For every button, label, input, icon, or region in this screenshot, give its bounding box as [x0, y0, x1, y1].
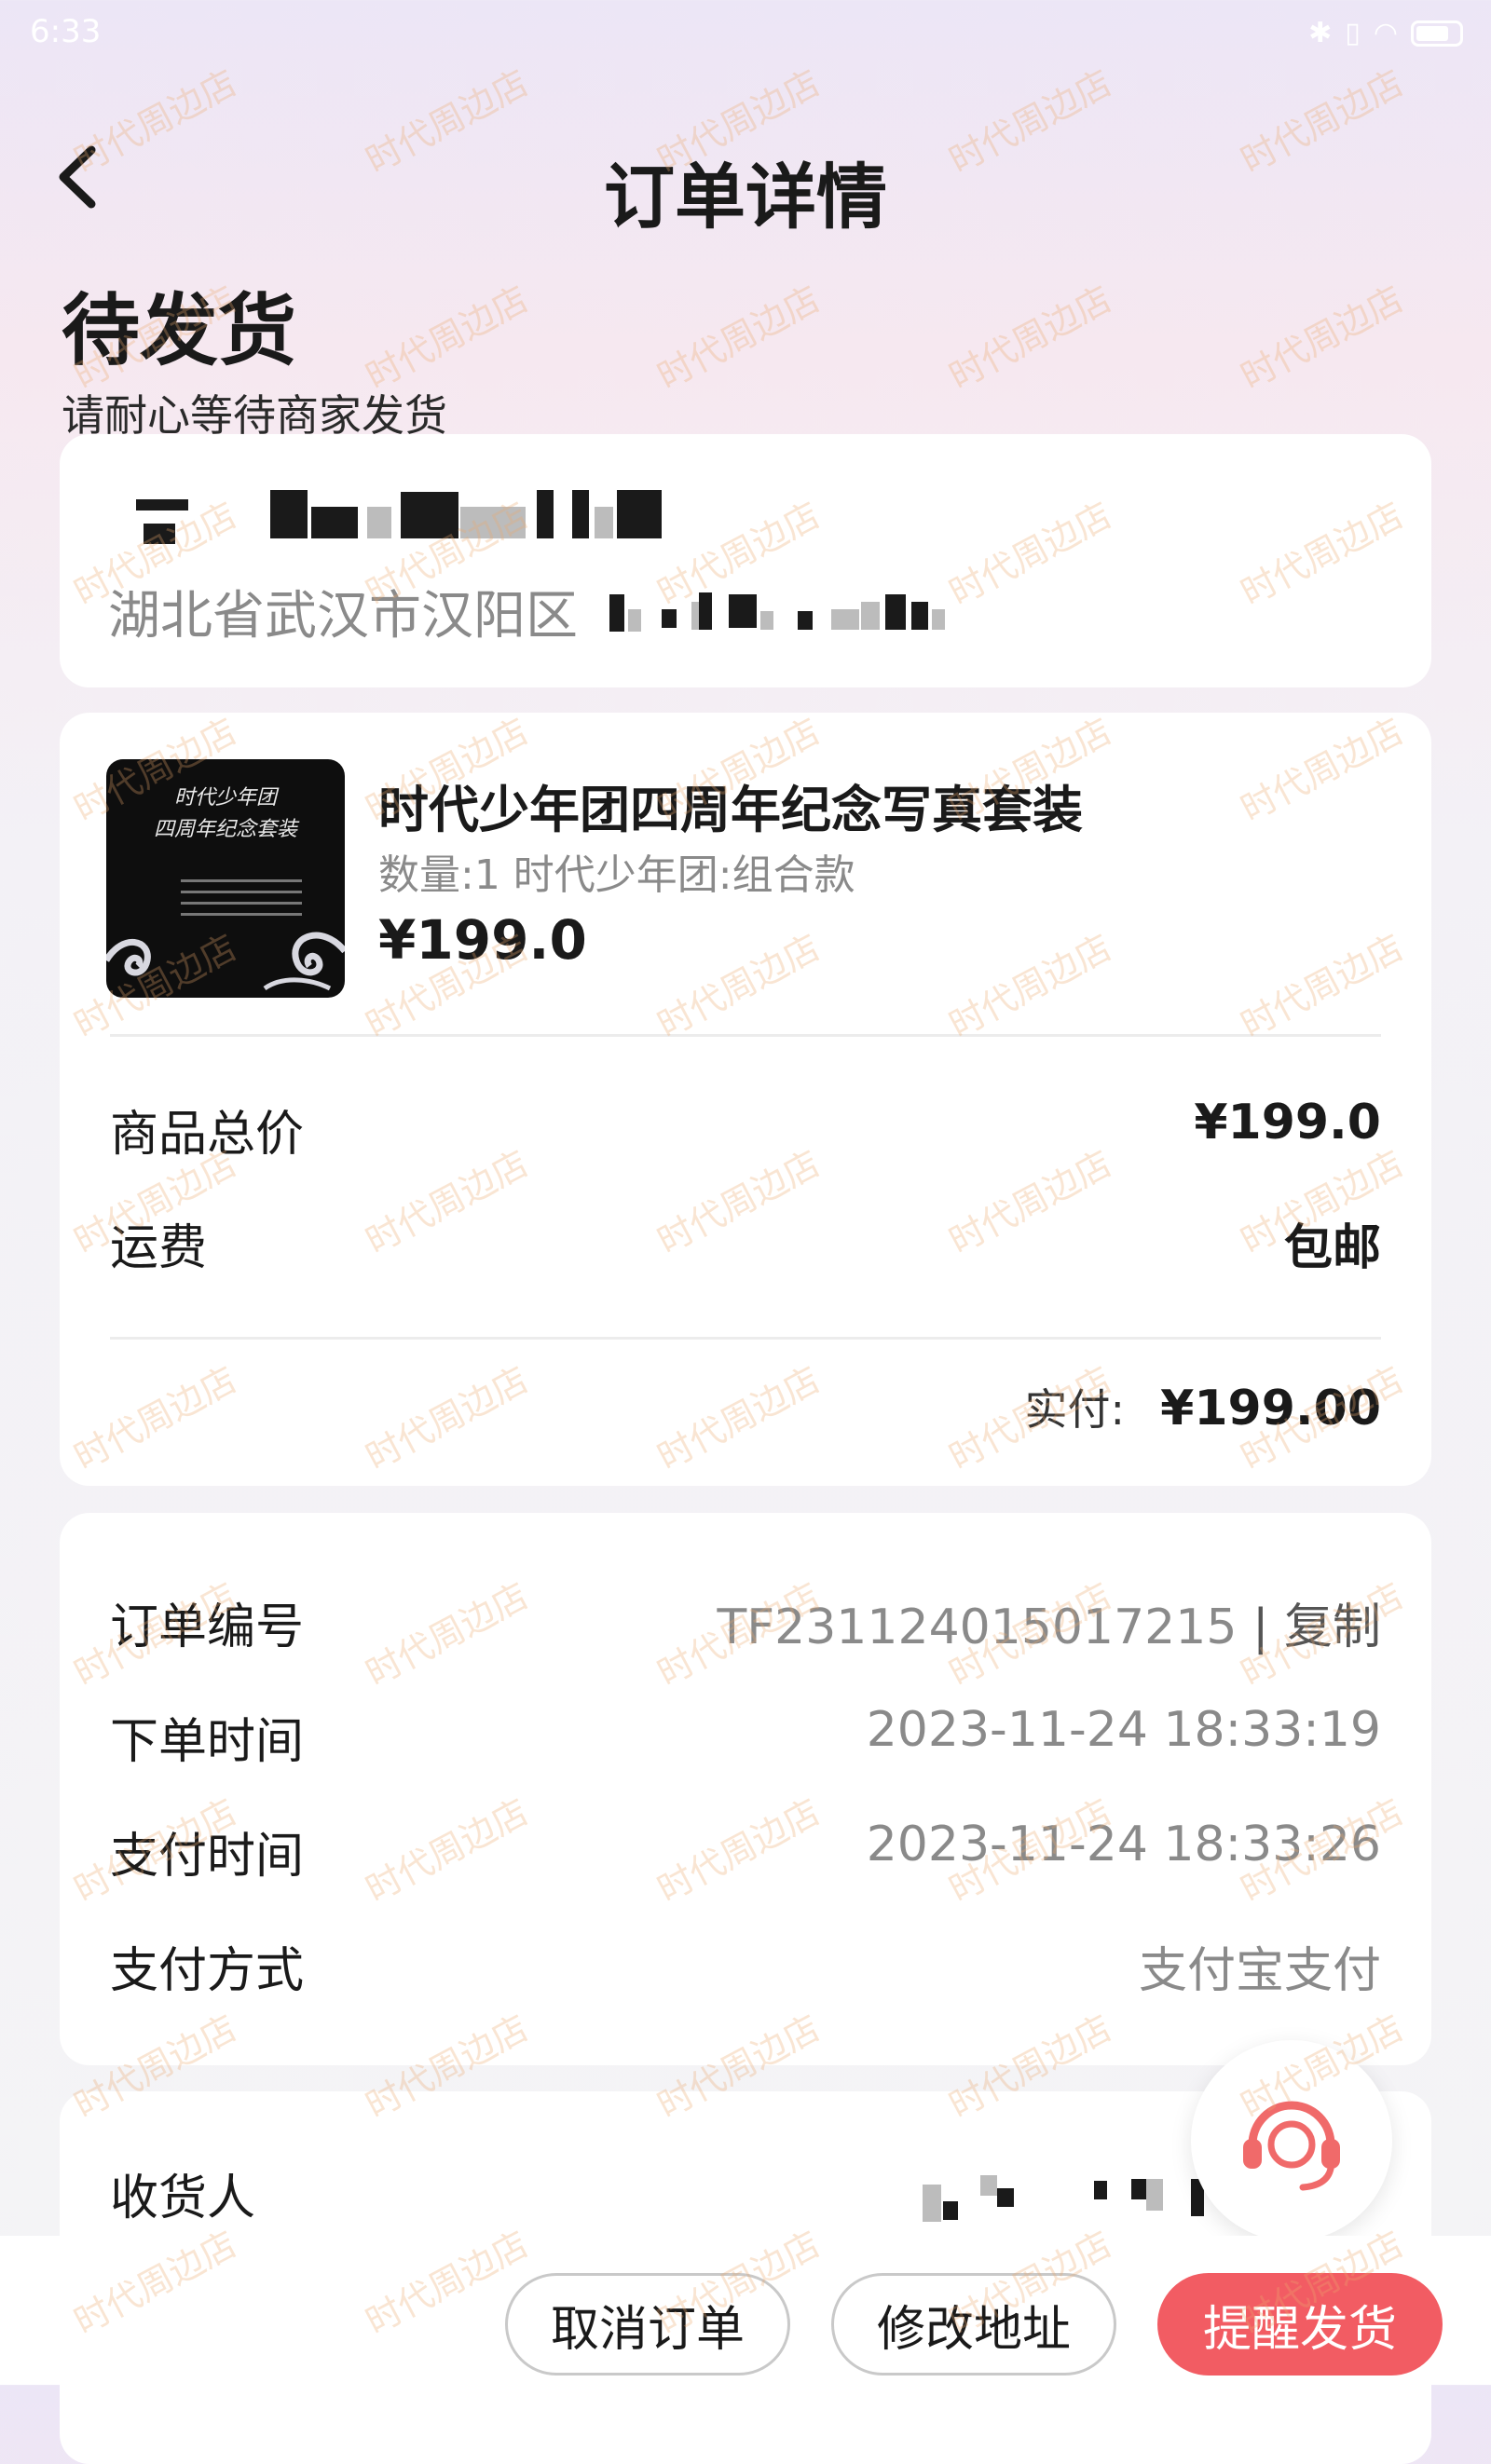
modify-address-button[interactable]: 修改地址 — [831, 2273, 1116, 2376]
page-title: 订单详情 — [604, 156, 887, 238]
watermark-text: 时代周边店 — [942, 278, 1118, 398]
pay-method-value: 支付宝支付 — [1138, 1943, 1381, 1999]
customer-service-button[interactable] — [1191, 2040, 1392, 2241]
product-thumbnail-title: 时代少年团 四周年纪念套装 — [153, 786, 297, 841]
watermark-text: 时代周边店 — [359, 278, 535, 398]
shipping-label: 运费 — [110, 1220, 208, 1276]
bluetooth-icon: ✱ — [1308, 17, 1333, 49]
shipping-value: 包邮 — [1283, 1220, 1381, 1276]
pay-time-value: 2023-11-24 18:33:26 — [866, 1817, 1381, 1872]
battery-icon — [1411, 20, 1463, 47]
paid-value: ¥199.00 — [1160, 1381, 1381, 1436]
cloud-pattern-icon — [106, 932, 345, 991]
goods-card: 时代少年团 四周年纪念套装 时代少年团四周年纪念写真套装 数量:1 时代少年团:… — [60, 713, 1431, 1486]
status-bar: 6:33 ✱ ▯ ◠ — [0, 0, 1491, 75]
copy-button[interactable]: | 复制 — [1252, 1600, 1381, 1655]
status-icons: ✱ ▯ ◠ — [1308, 17, 1463, 49]
address-line: 湖北省武汉市汉阳区 — [108, 574, 578, 649]
order-no-label: 订单编号 — [110, 1600, 305, 1655]
product-thumbnail[interactable]: 时代少年团 四周年纪念套装 — [106, 759, 345, 998]
address-visible-text: 湖北省武汉市汉阳区 — [108, 586, 578, 647]
pay-method-label: 支付方式 — [110, 1943, 305, 1999]
order-state-title: 待发货 — [62, 285, 297, 376]
divider — [110, 1337, 1381, 1340]
product-price: ¥199.0 — [378, 908, 587, 972]
order-no-row: TF231124015017215 | 复制 — [717, 1587, 1381, 1657]
watermark-text: 时代周边店 — [1234, 278, 1410, 398]
bottom-action-bar: 取消订单 修改地址 提醒发货 — [0, 2236, 1491, 2385]
address-card[interactable]: 湖北省武汉市汉阳区 — [60, 434, 1431, 687]
paid-label: 实付: — [1024, 1384, 1126, 1435]
remind-shipping-button[interactable]: 提醒发货 — [1157, 2273, 1443, 2376]
order-info-card: 订单编号 TF231124015017215 | 复制 下单时间 2023-11… — [60, 1513, 1431, 2065]
divider — [110, 1034, 1381, 1037]
order-no-value: TF231124015017215 — [717, 1600, 1238, 1655]
vibrate-icon: ▯ — [1345, 17, 1361, 49]
goods-total-label: 商品总价 — [110, 1107, 305, 1163]
order-time-label: 下单时间 — [110, 1714, 305, 1770]
wifi-icon: ◠ — [1373, 17, 1398, 49]
status-time: 6:33 — [30, 13, 102, 50]
goods-total-value: ¥199.0 — [1194, 1095, 1381, 1150]
order-time-value: 2023-11-24 18:33:19 — [866, 1702, 1381, 1758]
product-name[interactable]: 时代少年团四周年纪念写真套装 — [378, 769, 1083, 842]
product-spec: 数量:1 时代少年团:组合款 — [378, 851, 855, 899]
watermark-text: 时代周边店 — [650, 278, 827, 398]
paid-total: 实付: ¥199.00 — [1025, 1376, 1381, 1437]
receiver-label: 收货人 — [110, 2171, 256, 2226]
headset-icon — [1243, 2101, 1340, 2191]
pay-time-label: 支付时间 — [110, 1829, 305, 1885]
cancel-order-button[interactable]: 取消订单 — [505, 2273, 790, 2376]
